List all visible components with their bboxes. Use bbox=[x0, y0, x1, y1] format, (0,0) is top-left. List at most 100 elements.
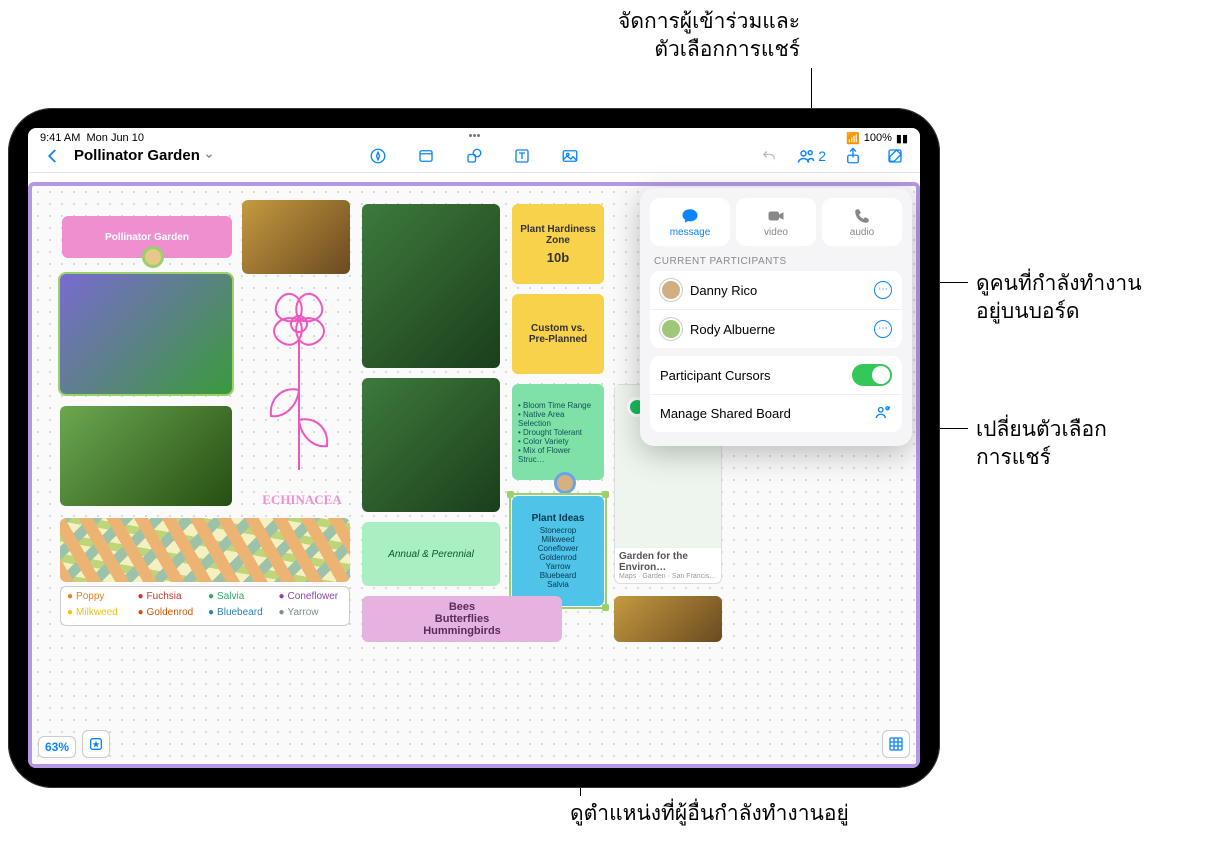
t: Annual & Perennial bbox=[388, 549, 474, 560]
li: • Bloom Time Range bbox=[518, 401, 591, 410]
avatar bbox=[660, 279, 682, 301]
li: • Mix of Flower Struc… bbox=[518, 446, 598, 464]
t: Hummingbirds bbox=[423, 625, 501, 637]
photo-wildflowers[interactable] bbox=[60, 406, 232, 506]
t: Milkweed bbox=[541, 535, 574, 544]
pill-text: Pollinator Garden bbox=[105, 232, 189, 243]
sticky-bees[interactable]: Bees Butterflies Hummingbirds bbox=[362, 596, 562, 642]
audio-button[interactable]: audio bbox=[822, 198, 902, 246]
participants-header: CURRENT PARTICIPANTS bbox=[654, 256, 898, 267]
participant-cursors-row[interactable]: Participant Cursors bbox=[650, 356, 902, 394]
sticky-plant-ideas[interactable]: Plant Ideas Stonecrop Milkweed Coneflowe… bbox=[512, 496, 604, 606]
callout-sharing-2: การแชร์ bbox=[976, 444, 1051, 472]
legend-item: Milkweed bbox=[67, 607, 132, 621]
li: • Color Variety bbox=[518, 437, 569, 446]
board-title-text: Pollinator Garden bbox=[74, 147, 200, 164]
participant-name: Danny Rico bbox=[690, 283, 757, 298]
drawing-palette[interactable] bbox=[60, 518, 350, 582]
people-icon bbox=[796, 146, 816, 166]
grid-button[interactable] bbox=[882, 730, 910, 758]
avatar bbox=[660, 318, 682, 340]
video-button[interactable]: video bbox=[736, 198, 816, 246]
callout-participants-1: ดูคนที่กำลังทำงาน bbox=[976, 270, 1142, 298]
t: Stonecrop bbox=[540, 526, 576, 535]
label-echinacea: ECHINACEA bbox=[248, 492, 356, 508]
sticky-hardiness[interactable]: Plant Hardiness Zone 10b bbox=[512, 204, 604, 284]
sticky-custom[interactable]: Custom vs. Pre-Planned bbox=[512, 294, 604, 374]
bookmark-button[interactable] bbox=[82, 730, 110, 758]
map-sub: Garden for the Environ… bbox=[619, 551, 717, 573]
li: • Drought Tolerant bbox=[518, 428, 582, 437]
callout-participants-2: อยู่บนบอร์ด bbox=[976, 298, 1079, 326]
sticky-tool-button[interactable] bbox=[411, 142, 441, 170]
ipad-frame: 9:41 AM Mon Jun 10 📶 100% ▮▮ Pollinator … bbox=[8, 108, 940, 788]
participant-cursor-avatar bbox=[554, 472, 576, 494]
multitask-dots[interactable] bbox=[469, 134, 480, 137]
participant-name: Rody Albuerne bbox=[690, 322, 775, 337]
t: Plant Ideas bbox=[532, 513, 585, 524]
message-icon bbox=[680, 207, 700, 225]
label: Participant Cursors bbox=[660, 368, 771, 383]
shape-tool-button[interactable] bbox=[459, 142, 489, 170]
legend-item: Fuchsia bbox=[138, 591, 203, 605]
callout-manage: จัดการผู้เข้าร่วมและ ตัวเลือกการแชร์ bbox=[618, 8, 800, 65]
participant-cursor-avatar bbox=[142, 246, 164, 268]
media-tool-button[interactable] bbox=[555, 142, 585, 170]
legend-item: Bluebeard bbox=[208, 607, 273, 621]
t: Salvia bbox=[547, 580, 569, 589]
legend-strip[interactable]: Poppy Fuchsia Salvia Coneflower Milkweed… bbox=[60, 586, 350, 626]
photo-bee-closeup[interactable] bbox=[614, 596, 722, 642]
manage-icon bbox=[874, 403, 892, 424]
legend-item: Coneflower bbox=[279, 591, 344, 605]
more-button[interactable]: ⋯ bbox=[874, 320, 892, 338]
li: • Native Area Selection bbox=[518, 410, 598, 428]
note-annual-perennial[interactable]: Annual & Perennial bbox=[362, 522, 500, 586]
t: Zone bbox=[546, 235, 570, 246]
pen-tool-button[interactable] bbox=[363, 142, 393, 170]
drawing-flower[interactable] bbox=[244, 280, 354, 490]
map-meta: Maps · Garden · San Francis… bbox=[619, 573, 717, 580]
callout-cursor: ดูตำแหน่งที่ผู้อื่นกำลังทำงานอยู่ bbox=[570, 800, 849, 828]
board-title[interactable]: Pollinator Garden bbox=[74, 147, 214, 164]
photo-greenwall[interactable] bbox=[362, 378, 500, 512]
phone-icon bbox=[852, 207, 872, 225]
collaboration-button[interactable]: 2 bbox=[796, 146, 826, 166]
t: Goldenrod bbox=[539, 553, 576, 562]
legend-item: Salvia bbox=[208, 591, 273, 605]
label: video bbox=[764, 227, 788, 238]
t: Bluebeard bbox=[540, 571, 576, 580]
more-button[interactable]: ⋯ bbox=[874, 281, 892, 299]
chevron-down-icon bbox=[204, 151, 214, 161]
sticky-criteria[interactable]: • Bloom Time Range • Native Area Selecti… bbox=[512, 384, 604, 480]
t: Coneflower bbox=[538, 544, 578, 553]
t: Pre-Planned bbox=[529, 334, 587, 345]
collaboration-popover: message video audio CURRENT PARTICIPANTS… bbox=[640, 188, 912, 446]
callout-sharing-1: เปลี่ยนตัวเลือก bbox=[976, 416, 1107, 444]
photo-garden-tall[interactable] bbox=[362, 204, 500, 368]
participant-row[interactable]: Danny Rico ⋯ bbox=[650, 271, 902, 309]
t: Bees bbox=[449, 601, 475, 613]
participant-row[interactable]: Rody Albuerne ⋯ bbox=[650, 309, 902, 348]
t: Plant Hardiness bbox=[520, 224, 596, 235]
video-icon bbox=[766, 207, 786, 225]
text-tool-button[interactable] bbox=[507, 142, 537, 170]
app-toolbar: Pollinator Garden bbox=[28, 139, 920, 173]
message-button[interactable]: message bbox=[650, 198, 730, 246]
compose-button[interactable] bbox=[880, 142, 910, 170]
photo-butterfly[interactable] bbox=[242, 200, 350, 274]
t: Butterflies bbox=[435, 613, 489, 625]
zoom-level[interactable]: 63% bbox=[38, 736, 76, 758]
manage-shared-board-row[interactable]: Manage Shared Board bbox=[650, 394, 902, 432]
legend-item: Yarrow bbox=[279, 607, 344, 621]
undo-button[interactable] bbox=[754, 142, 784, 170]
photo-bee-selected[interactable] bbox=[60, 274, 232, 394]
label: Manage Shared Board bbox=[660, 406, 791, 421]
share-button[interactable] bbox=[838, 142, 868, 170]
cursors-toggle[interactable] bbox=[852, 364, 892, 386]
t: Yarrow bbox=[546, 562, 571, 571]
label: message bbox=[670, 227, 711, 238]
label: audio bbox=[850, 227, 874, 238]
collab-count: 2 bbox=[818, 148, 826, 164]
back-button[interactable] bbox=[38, 142, 68, 170]
t: Custom vs. bbox=[531, 323, 585, 334]
